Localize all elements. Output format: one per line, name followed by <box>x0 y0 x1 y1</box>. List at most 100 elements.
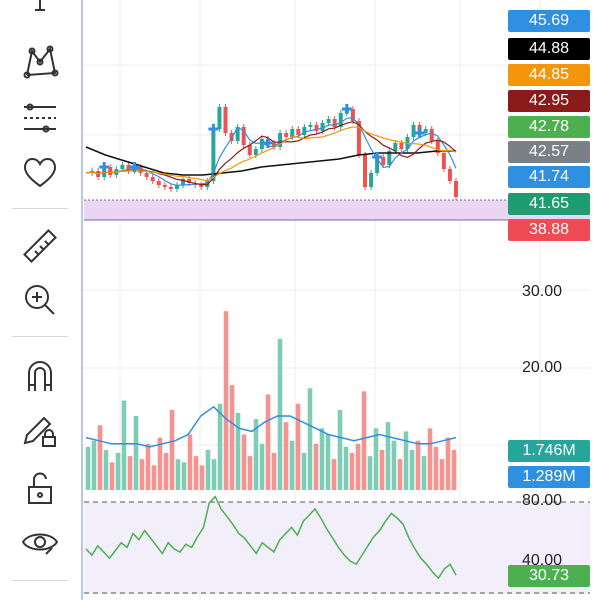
volume-bar <box>217 403 223 490</box>
price-tag: 41.65 <box>508 193 590 215</box>
eye-icon <box>20 522 60 562</box>
zoom-tool[interactable] <box>16 278 64 322</box>
volume-bar <box>427 428 433 490</box>
volume-bar <box>145 443 151 490</box>
volume-bar <box>265 394 271 490</box>
volume-bar <box>385 422 391 490</box>
candle-body <box>399 143 404 149</box>
line-cursor-icon <box>20 0 60 32</box>
volume-bar <box>181 462 187 490</box>
volume-bar <box>199 465 205 490</box>
volume-bar <box>355 443 361 490</box>
volume-bar <box>361 391 367 490</box>
heart-icon <box>20 152 60 192</box>
volume-tag: 1.289M <box>508 466 590 488</box>
drawing-toolbar <box>0 0 80 600</box>
candle-body <box>168 187 173 189</box>
toolbar-separator <box>12 336 68 337</box>
volume-bar <box>331 459 337 490</box>
volume-bar <box>325 434 331 490</box>
candle-body <box>253 149 258 155</box>
volume-bar <box>397 459 403 490</box>
volume-bar <box>235 412 241 490</box>
lock-drawing-tool[interactable] <box>16 408 64 452</box>
candle-body <box>332 119 337 127</box>
indicators-tool[interactable] <box>16 96 64 140</box>
volume-bar <box>307 388 313 490</box>
candle-body <box>199 185 204 187</box>
volume-bar <box>193 456 199 490</box>
signal-marker <box>341 104 352 114</box>
candle-body <box>217 107 222 129</box>
volume-bar <box>421 456 427 490</box>
favorites-tool[interactable] <box>16 150 64 194</box>
price-tag: 42.95 <box>508 90 590 112</box>
volume-bar <box>277 338 283 490</box>
price-tag: 44.88 <box>508 38 590 60</box>
volume-bar <box>91 440 97 490</box>
volume-tag: 1.746M <box>508 440 590 462</box>
volume-bar <box>187 434 193 490</box>
volume-bar <box>289 440 295 490</box>
volume-bar <box>367 456 373 490</box>
volume-axis-label-high: 30.00 <box>522 283 563 300</box>
signal-marker <box>208 124 219 134</box>
candle-body <box>369 173 374 187</box>
volume-bar <box>115 453 121 490</box>
volume-bar <box>391 440 397 490</box>
candle-body <box>411 125 416 137</box>
volume-bar <box>379 449 385 490</box>
volume-bar <box>163 453 169 490</box>
candle-body <box>284 133 289 137</box>
candle-body <box>326 119 331 123</box>
candle-body <box>144 173 149 177</box>
volume-bar <box>259 443 265 490</box>
cursor-line-tool[interactable] <box>16 0 64 34</box>
volume-bar <box>337 409 343 490</box>
volume-bar <box>301 453 307 490</box>
candle-body <box>447 169 452 181</box>
volume-bar <box>223 311 229 490</box>
volume-bar <box>283 422 289 490</box>
candle-body <box>223 107 228 133</box>
pattern-tool[interactable] <box>16 40 64 84</box>
volume-bar <box>349 453 355 490</box>
candle-body <box>150 177 155 181</box>
unlock-tool[interactable] <box>16 466 64 510</box>
volume-bar <box>85 446 91 490</box>
zoom-in-icon <box>20 280 60 320</box>
volume-bar <box>271 453 277 490</box>
fib-levels-icon <box>20 98 60 138</box>
candle-body <box>296 129 301 135</box>
visibility-tool[interactable] <box>16 520 64 564</box>
volume-bar <box>97 425 103 490</box>
candle-body <box>441 153 446 169</box>
price-tag: 42.57 <box>508 141 590 163</box>
volume-bar <box>205 449 211 490</box>
candle-body <box>308 125 313 127</box>
price-tag: 42.78 <box>508 116 590 138</box>
signal-marker <box>99 162 110 172</box>
volume-bar <box>451 449 457 490</box>
volume-bar <box>343 446 349 490</box>
magnet-icon <box>20 356 60 396</box>
signal-marker <box>414 128 425 138</box>
candle-body <box>247 145 252 155</box>
rsi-axis-label-high: 80.00 <box>522 492 563 509</box>
price-tag: 45.69 <box>508 10 590 32</box>
magnet-tool[interactable] <box>16 354 64 398</box>
candle-body <box>363 155 368 187</box>
rsi-value-tag: 30.73 <box>508 565 590 587</box>
volume-bar <box>109 462 115 490</box>
measure-tool[interactable] <box>16 224 64 268</box>
volume-bar <box>103 449 109 490</box>
xabcd-pattern-icon <box>20 42 60 82</box>
toolbar-separator <box>12 208 68 209</box>
volume-bar <box>415 440 421 490</box>
volume-bar <box>439 459 445 490</box>
volume-bar <box>127 456 133 490</box>
volume-axis-label-mid: 20.00 <box>522 359 563 376</box>
volume-bar <box>295 403 301 490</box>
candle-body <box>120 165 125 169</box>
volume-bar <box>247 456 253 490</box>
